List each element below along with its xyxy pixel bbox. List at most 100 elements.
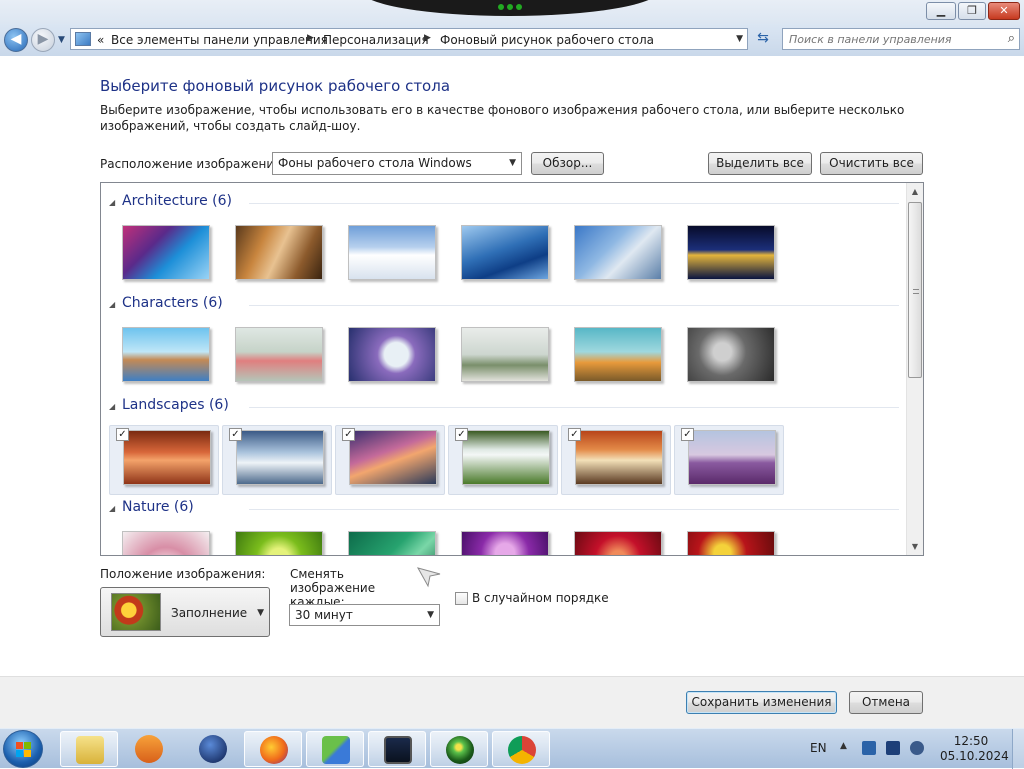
wallpaper-thumbnail[interactable]: ✓	[109, 425, 219, 495]
wallpaper-thumbnail[interactable]	[222, 323, 332, 393]
breadcrumb-all-items[interactable]: Все элементы панели управления	[111, 33, 328, 47]
taskbar-app-button[interactable]	[184, 731, 242, 767]
action-center-icon[interactable]	[862, 741, 876, 755]
scroll-up-icon[interactable]: ▲	[907, 183, 923, 200]
wallpaper-thumbnail[interactable]: ✓	[222, 425, 332, 495]
address-bar[interactable]: « Все элементы панели управления ▶ Персо…	[70, 28, 748, 50]
taskbar: EN ▲ 12:50 05.10.2024	[0, 728, 1024, 769]
picture-location-value: Фоны рабочего стола Windows	[278, 156, 472, 170]
breadcrumb-separator[interactable]: ▶	[307, 33, 314, 43]
forward-button[interactable]: ▶	[31, 28, 55, 52]
show-desktop-button[interactable]	[1012, 729, 1024, 769]
thumbnail-checkbox[interactable]: ✓	[681, 428, 694, 441]
breadcrumb-desktop-background[interactable]: Фоновый рисунок рабочего стола	[440, 33, 654, 47]
wallpaper-thumbnail[interactable]	[109, 221, 219, 291]
mouse-cursor-icon	[416, 567, 441, 588]
taskbar-app-button[interactable]	[60, 731, 118, 767]
wallpaper-thumbnail[interactable]	[674, 527, 784, 555]
wallpaper-thumbnail[interactable]: ✓	[674, 425, 784, 495]
wallpaper-thumbnail[interactable]	[448, 221, 558, 291]
globe-icon	[199, 735, 227, 763]
wallpaper-thumbnail[interactable]: ✓	[335, 425, 445, 495]
shuffle-checkbox-box[interactable]	[455, 592, 468, 605]
collapse-triangle-icon[interactable]: ◢	[109, 198, 115, 207]
change-interval-select[interactable]: 30 минут ▼	[289, 604, 440, 626]
wallpaper-thumbnail[interactable]	[109, 527, 219, 555]
address-dropdown[interactable]: ▼	[736, 34, 743, 44]
breadcrumb-separator[interactable]: ▶	[424, 33, 431, 43]
wallpaper-thumbnail[interactable]	[674, 323, 784, 393]
wallpaper-thumbnail[interactable]	[561, 323, 671, 393]
minimize-button[interactable]: ▁	[926, 2, 956, 20]
gallery-group-header[interactable]: ◢ Landscapes (6)	[109, 397, 899, 417]
taskbar-app-button[interactable]	[492, 731, 550, 767]
wallpaper-thumbnail[interactable]	[448, 323, 558, 393]
thumbnail-checkbox[interactable]: ✓	[342, 428, 355, 441]
collapse-triangle-icon[interactable]: ◢	[109, 300, 115, 309]
picture-position-select[interactable]: Заполнение ▼	[100, 587, 270, 637]
wallpaper-thumbnail[interactable]	[222, 527, 332, 555]
chevron-down-icon: ▼	[257, 608, 264, 618]
recent-pages-dropdown[interactable]: ▼	[58, 35, 65, 45]
save-changes-button[interactable]: Сохранить изменения	[686, 691, 837, 714]
wallpaper-image	[462, 430, 550, 485]
wallpaper-thumbnail[interactable]: ✓	[561, 425, 671, 495]
thumbnail-checkbox[interactable]: ✓	[455, 428, 468, 441]
scroll-thumb[interactable]	[908, 202, 922, 378]
wallpaper-thumbnail[interactable]	[222, 221, 332, 291]
collapse-triangle-icon[interactable]: ◢	[109, 504, 115, 513]
search-box[interactable]: ⌕	[782, 28, 1020, 50]
breadcrumb-personalization[interactable]: Персонализация	[323, 33, 429, 47]
wallpaper-thumbnail[interactable]	[335, 527, 445, 555]
gallery-group-header[interactable]: ◢ Characters (6)	[109, 295, 899, 315]
gallery-group-header[interactable]: ◢ Architecture (6)	[109, 193, 899, 213]
taskbar-app-button[interactable]	[368, 731, 426, 767]
start-button[interactable]	[3, 730, 43, 768]
wallpaper-thumbnail[interactable]	[674, 221, 784, 291]
taskbar-app-button[interactable]	[244, 731, 302, 767]
gallery-group-header[interactable]: ◢ Nature (6)	[109, 499, 899, 519]
wallpaper-image	[122, 327, 210, 382]
restore-button[interactable]: ❐	[958, 2, 986, 20]
refresh-button[interactable]: ⇆	[752, 30, 774, 50]
picture-location-select[interactable]: Фоны рабочего стола Windows ▼	[272, 152, 522, 175]
system-clock[interactable]: 12:50 05.10.2024	[940, 734, 1009, 764]
thumbnail-checkbox[interactable]: ✓	[568, 428, 581, 441]
wallpaper-image	[461, 327, 549, 382]
wallpaper-image	[235, 327, 323, 382]
wallpaper-thumbnail[interactable]	[335, 323, 445, 393]
breadcrumb-overflow[interactable]: «	[97, 33, 104, 47]
cancel-button[interactable]: Отмена	[849, 691, 923, 714]
wallpaper-thumbnail[interactable]	[561, 527, 671, 555]
browse-button[interactable]: Обзор...	[531, 152, 604, 175]
language-indicator[interactable]: EN	[810, 741, 827, 755]
thumbnail-checkbox[interactable]: ✓	[229, 428, 242, 441]
thumbnail-checkbox[interactable]: ✓	[116, 428, 129, 441]
taskbar-app-button[interactable]	[306, 731, 364, 767]
wallpaper-image	[235, 225, 323, 280]
wallpaper-thumbnail[interactable]	[561, 221, 671, 291]
clear-all-button[interactable]: Очистить все	[820, 152, 923, 175]
scroll-down-icon[interactable]: ▼	[907, 538, 923, 555]
wallpaper-thumbnail[interactable]	[335, 221, 445, 291]
wallpaper-thumbnail[interactable]: ✓	[448, 425, 558, 495]
search-input[interactable]	[787, 31, 993, 47]
select-all-button[interactable]: Выделить все	[708, 152, 812, 175]
wallpaper-thumbnail[interactable]	[448, 527, 558, 555]
picture-position-label: Положение изображения:	[100, 567, 266, 581]
wallpaper-thumbnail[interactable]	[109, 323, 219, 393]
wallpaper-gallery[interactable]: ▲ ▼ ◢ Architecture (6) ◢ Characters (6) ◢ Lan…	[100, 182, 924, 556]
taskbar-app-button[interactable]	[120, 731, 178, 767]
search-icon[interactable]: ⌕	[1008, 31, 1015, 46]
wallpaper-image	[461, 225, 549, 280]
collapse-triangle-icon[interactable]: ◢	[109, 402, 115, 411]
back-button[interactable]: ◀	[4, 28, 28, 52]
volume-icon[interactable]	[910, 741, 924, 755]
network-icon[interactable]	[886, 741, 900, 755]
chevron-down-icon: ▼	[509, 158, 516, 168]
gallery-scrollbar[interactable]: ▲ ▼	[906, 183, 923, 555]
gallery-group-name: Architecture (6)	[122, 193, 232, 209]
taskbar-app-button[interactable]	[430, 731, 488, 767]
close-button[interactable]: ✕	[988, 2, 1020, 20]
tray-expand-icon[interactable]: ▲	[840, 741, 854, 755]
